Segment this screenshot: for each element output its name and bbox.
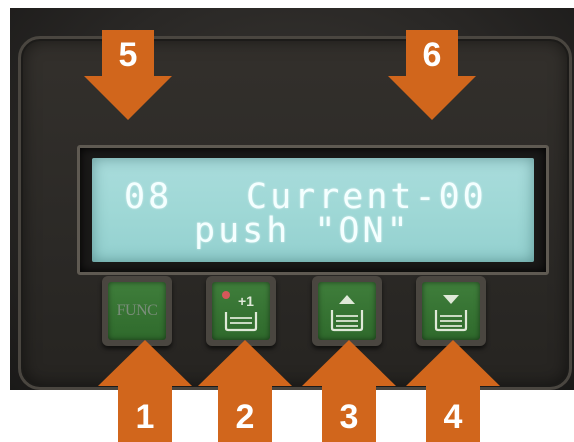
lcd-display-frame: 08 Current-00 push "ON" bbox=[77, 145, 549, 275]
down-button[interactable] bbox=[416, 276, 486, 346]
basin-down-arrow-icon bbox=[434, 295, 468, 332]
lcd-line1-current: Current-00 bbox=[246, 177, 487, 217]
device-photo: 08 Current-00 push "ON" FUNC +1 bbox=[10, 8, 574, 390]
basin-plus-one-icon: +1 bbox=[222, 291, 258, 332]
func-button-face: FUNC bbox=[108, 282, 166, 340]
lcd-line1-counter: 08 bbox=[124, 177, 173, 217]
callout-number-5: 5 bbox=[118, 36, 138, 74]
plus-one-button[interactable]: +1 bbox=[206, 276, 276, 346]
callout-number-4: 4 bbox=[443, 398, 463, 436]
lcd-line2-message: push "ON" bbox=[194, 211, 411, 251]
basin-up-arrow-icon bbox=[330, 295, 364, 332]
callout-number-6: 6 bbox=[422, 36, 442, 74]
up-button-face bbox=[318, 282, 376, 340]
plus-one-text: +1 bbox=[238, 293, 254, 309]
lcd-display: 08 Current-00 push "ON" bbox=[92, 158, 534, 262]
callout-number-1: 1 bbox=[135, 398, 155, 436]
func-button-label: FUNC bbox=[116, 302, 158, 319]
func-button[interactable]: FUNC bbox=[102, 276, 172, 346]
down-button-face bbox=[422, 282, 480, 340]
plus-one-button-face: +1 bbox=[212, 282, 270, 340]
callout-number-3: 3 bbox=[339, 398, 359, 436]
callout-number-2: 2 bbox=[235, 398, 255, 436]
up-button[interactable] bbox=[312, 276, 382, 346]
